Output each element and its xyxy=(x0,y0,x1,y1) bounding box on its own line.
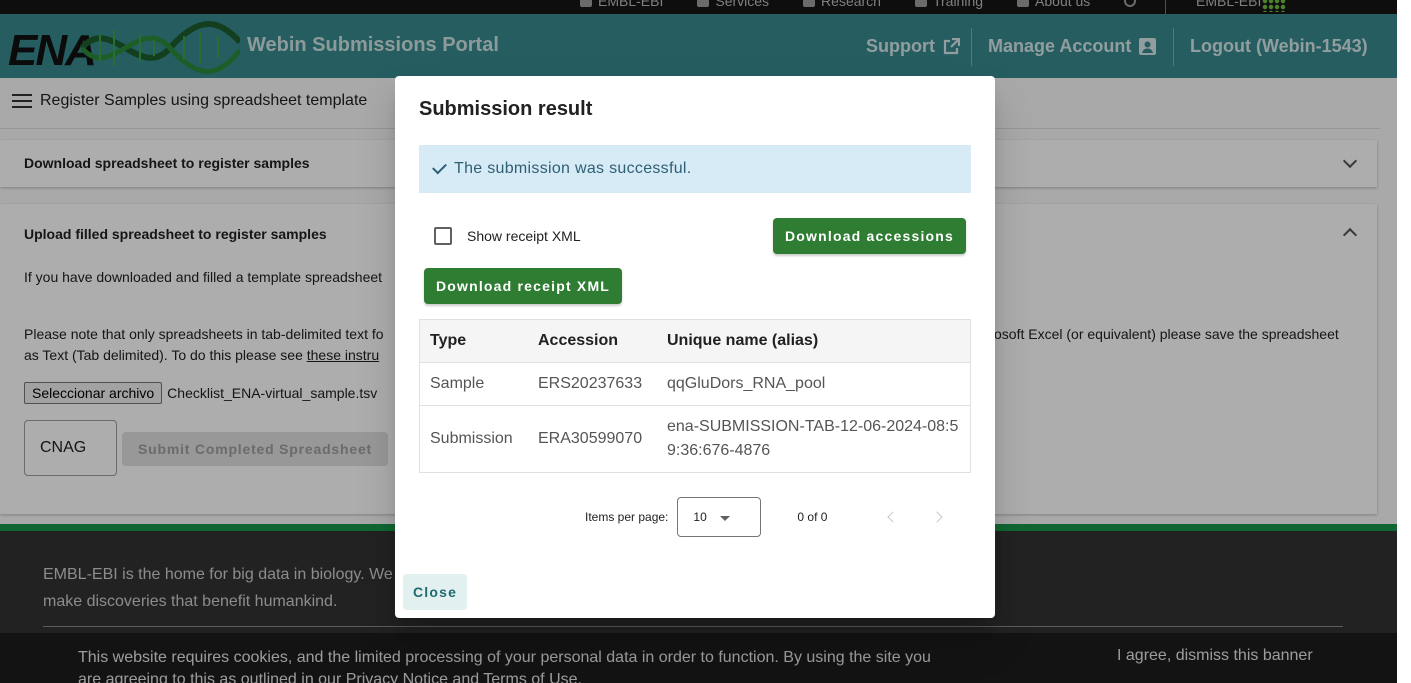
download-accessions-button[interactable]: Download accessions xyxy=(773,218,966,254)
accessions-table: Type Accession Unique name (alias) Sampl… xyxy=(419,319,971,473)
cell-type: Submission xyxy=(430,430,513,447)
column-header-type: Type xyxy=(430,332,467,349)
table-header: Type Accession Unique name (alias) xyxy=(420,320,970,363)
success-alert: The submission was successful. xyxy=(419,145,971,193)
items-per-page-label: Items per page: xyxy=(585,510,669,524)
dropdown-arrow-icon xyxy=(720,516,731,521)
table-row: Sample ERS20237633 qqGluDors_RNA_pool xyxy=(420,363,970,406)
column-header-accession: Accession xyxy=(538,332,619,349)
cell-accession: ERA30599070 xyxy=(538,430,643,447)
items-per-page-value: 10 xyxy=(693,510,707,524)
close-button[interactable]: Close xyxy=(403,574,467,610)
table-row: Submission ERA30599070 ena-SUBMISSION-TA… xyxy=(420,406,970,472)
cell-alias: qqGluDors_RNA_pool xyxy=(667,375,826,392)
cell-type: Sample xyxy=(430,375,485,392)
previous-page-icon[interactable] xyxy=(887,511,899,523)
next-page-icon[interactable] xyxy=(931,511,943,523)
scrollbar[interactable] xyxy=(1397,0,1411,683)
alert-text: The submission was successful. xyxy=(454,160,692,177)
page-range: 0 of 0 xyxy=(797,510,828,524)
checkbox-icon[interactable] xyxy=(434,227,452,245)
items-per-page-select[interactable]: 10 xyxy=(677,497,762,537)
cell-alias: ena-SUBMISSION-TAB-12-06-2024-08:59:36:6… xyxy=(667,418,959,459)
submission-result-dialog: Submission result The submission was suc… xyxy=(395,76,995,618)
dialog-title: Submission result xyxy=(419,98,593,120)
download-receipt-xml-button[interactable]: Download receipt XML xyxy=(424,268,622,304)
check-icon xyxy=(432,159,447,175)
paginator: Items per page: 10 0 of 0 xyxy=(585,497,827,537)
checkbox-label: Show receipt XML xyxy=(467,228,581,244)
show-receipt-checkbox[interactable]: Show receipt XML xyxy=(434,227,581,245)
cell-accession: ERS20237633 xyxy=(538,375,643,392)
column-header-alias: Unique name (alias) xyxy=(667,332,819,349)
